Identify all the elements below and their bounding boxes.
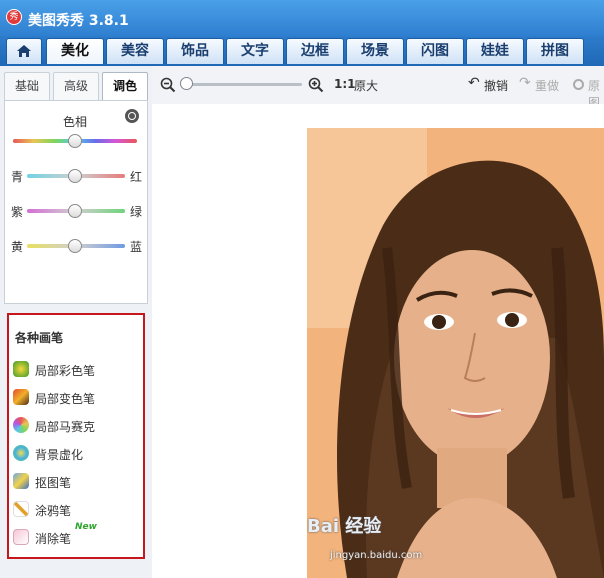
yellow-blue-knob[interactable] (68, 239, 82, 253)
new-badge: New (75, 522, 97, 532)
blur-brush-icon (13, 445, 29, 461)
portrait-illustration (307, 128, 604, 578)
brush-item-eraser[interactable]: 消除笔 New (13, 522, 139, 547)
tab-accessories[interactable]: 饰品 (166, 38, 224, 64)
tab-scene[interactable]: 场景 (346, 38, 404, 64)
zoom-out-icon[interactable] (160, 77, 176, 93)
zoom-slider-track[interactable] (184, 83, 302, 86)
subtab-advanced[interactable]: 高级 (53, 72, 99, 100)
brush-label: 局部变色笔 (35, 392, 96, 406)
yellow-blue-slider[interactable]: 黄 蓝 (5, 236, 149, 256)
portrait-photo[interactable] (307, 128, 604, 578)
home-icon (17, 45, 31, 57)
mosaic-brush-icon (13, 417, 29, 433)
tab-flash[interactable]: 闪图 (406, 38, 464, 64)
undo-button[interactable]: 撤销 (484, 77, 508, 94)
brush-item-recolor[interactable]: 局部变色笔 (13, 387, 139, 407)
actual-size-button[interactable]: 1:1 (334, 77, 356, 91)
tab-home[interactable] (6, 38, 42, 64)
tab-text[interactable]: 文字 (226, 38, 284, 64)
canvas-toolbar: 1:1 原大 ↶ 撤销 ↷ 重做 原图 (152, 66, 604, 110)
brush-panel-heading: 各种画笔 (15, 331, 64, 345)
magenta-green-knob[interactable] (68, 204, 82, 218)
doodle-brush-icon (13, 501, 29, 517)
hue-slider[interactable] (5, 131, 149, 151)
color-adjust-panel: 色相 青 红 紫 绿 黄 蓝 (4, 100, 148, 304)
brush-label: 局部彩色笔 (35, 364, 96, 378)
color-brush-icon (13, 361, 29, 377)
redo-button[interactable]: 重做 (535, 77, 559, 94)
tab-doll[interactable]: 娃娃 (466, 38, 524, 64)
title-bar: 秀 美图秀秀 3.8.1 (0, 0, 604, 36)
magenta-label: 紫 (11, 205, 24, 219)
hue-knob[interactable] (68, 134, 82, 148)
brush-item-blur[interactable]: 背景虚化 (13, 443, 139, 463)
app-logo-icon: 秀 (6, 9, 22, 25)
reset-icon[interactable] (125, 109, 139, 123)
left-panel: 基础 高级 调色 色相 青 红 紫 绿 黄 蓝 各种画笔 局部彩色笔 局部变色笔… (0, 66, 152, 578)
brush-label: 消除笔 (35, 532, 72, 546)
brush-label: 局部马赛克 (35, 420, 96, 434)
brush-label: 抠图笔 (35, 476, 72, 490)
eraser-brush-icon (13, 529, 29, 545)
brush-item-doodle[interactable]: 涂鸦笔 (13, 499, 139, 519)
tab-collage[interactable]: 拼图 (526, 38, 584, 64)
app-title: 美图秀秀 3.8.1 (28, 13, 129, 29)
tab-beautify[interactable]: 美化 (46, 38, 104, 64)
red-label: 红 (130, 170, 143, 184)
cyan-red-slider[interactable]: 青 红 (5, 166, 149, 186)
canvas-area (152, 104, 604, 578)
brush-item-cutout[interactable]: 抠图笔 (13, 471, 139, 491)
subtab-basic[interactable]: 基础 (4, 72, 50, 100)
cyan-label: 青 (11, 170, 24, 184)
green-label: 绿 (130, 205, 143, 219)
original-icon[interactable] (573, 79, 584, 90)
watermark-brand: Bai 经验 (307, 516, 382, 537)
brush-item-color[interactable]: 局部彩色笔 (13, 359, 139, 379)
tab-frame[interactable]: 边框 (286, 38, 344, 64)
brush-label: 涂鸦笔 (35, 504, 72, 518)
zoom-in-icon[interactable] (308, 77, 324, 93)
yellow-label: 黄 (11, 240, 24, 254)
cyan-red-knob[interactable] (68, 169, 82, 183)
undo-icon[interactable]: ↶ (468, 75, 480, 91)
brush-item-mosaic[interactable]: 局部马赛克 (13, 415, 139, 435)
redo-icon[interactable]: ↷ (519, 75, 531, 91)
subtab-color[interactable]: 调色 (102, 72, 148, 100)
tab-cosmetic[interactable]: 美容 (106, 38, 164, 64)
cutout-brush-icon (13, 473, 29, 489)
blue-label: 蓝 (130, 240, 143, 254)
main-tab-bar: 美化 美容 饰品 文字 边框 场景 闪图 娃娃 拼图 (0, 36, 604, 66)
original-size-label[interactable]: 原大 (354, 77, 378, 94)
zoom-slider-knob[interactable] (180, 77, 193, 90)
brush-label: 背景虚化 (35, 448, 84, 462)
magenta-green-slider[interactable]: 紫 绿 (5, 201, 149, 221)
watermark-url: jingyan.baidu.com (330, 550, 423, 561)
recolor-brush-icon (13, 389, 29, 405)
brush-panel: 各种画笔 局部彩色笔 局部变色笔 局部马赛克 背景虚化 抠图笔 涂鸦笔 消除笔 (7, 313, 145, 559)
sub-tab-bar: 基础 高级 调色 (4, 70, 148, 100)
hue-label: 色相 (62, 115, 87, 129)
